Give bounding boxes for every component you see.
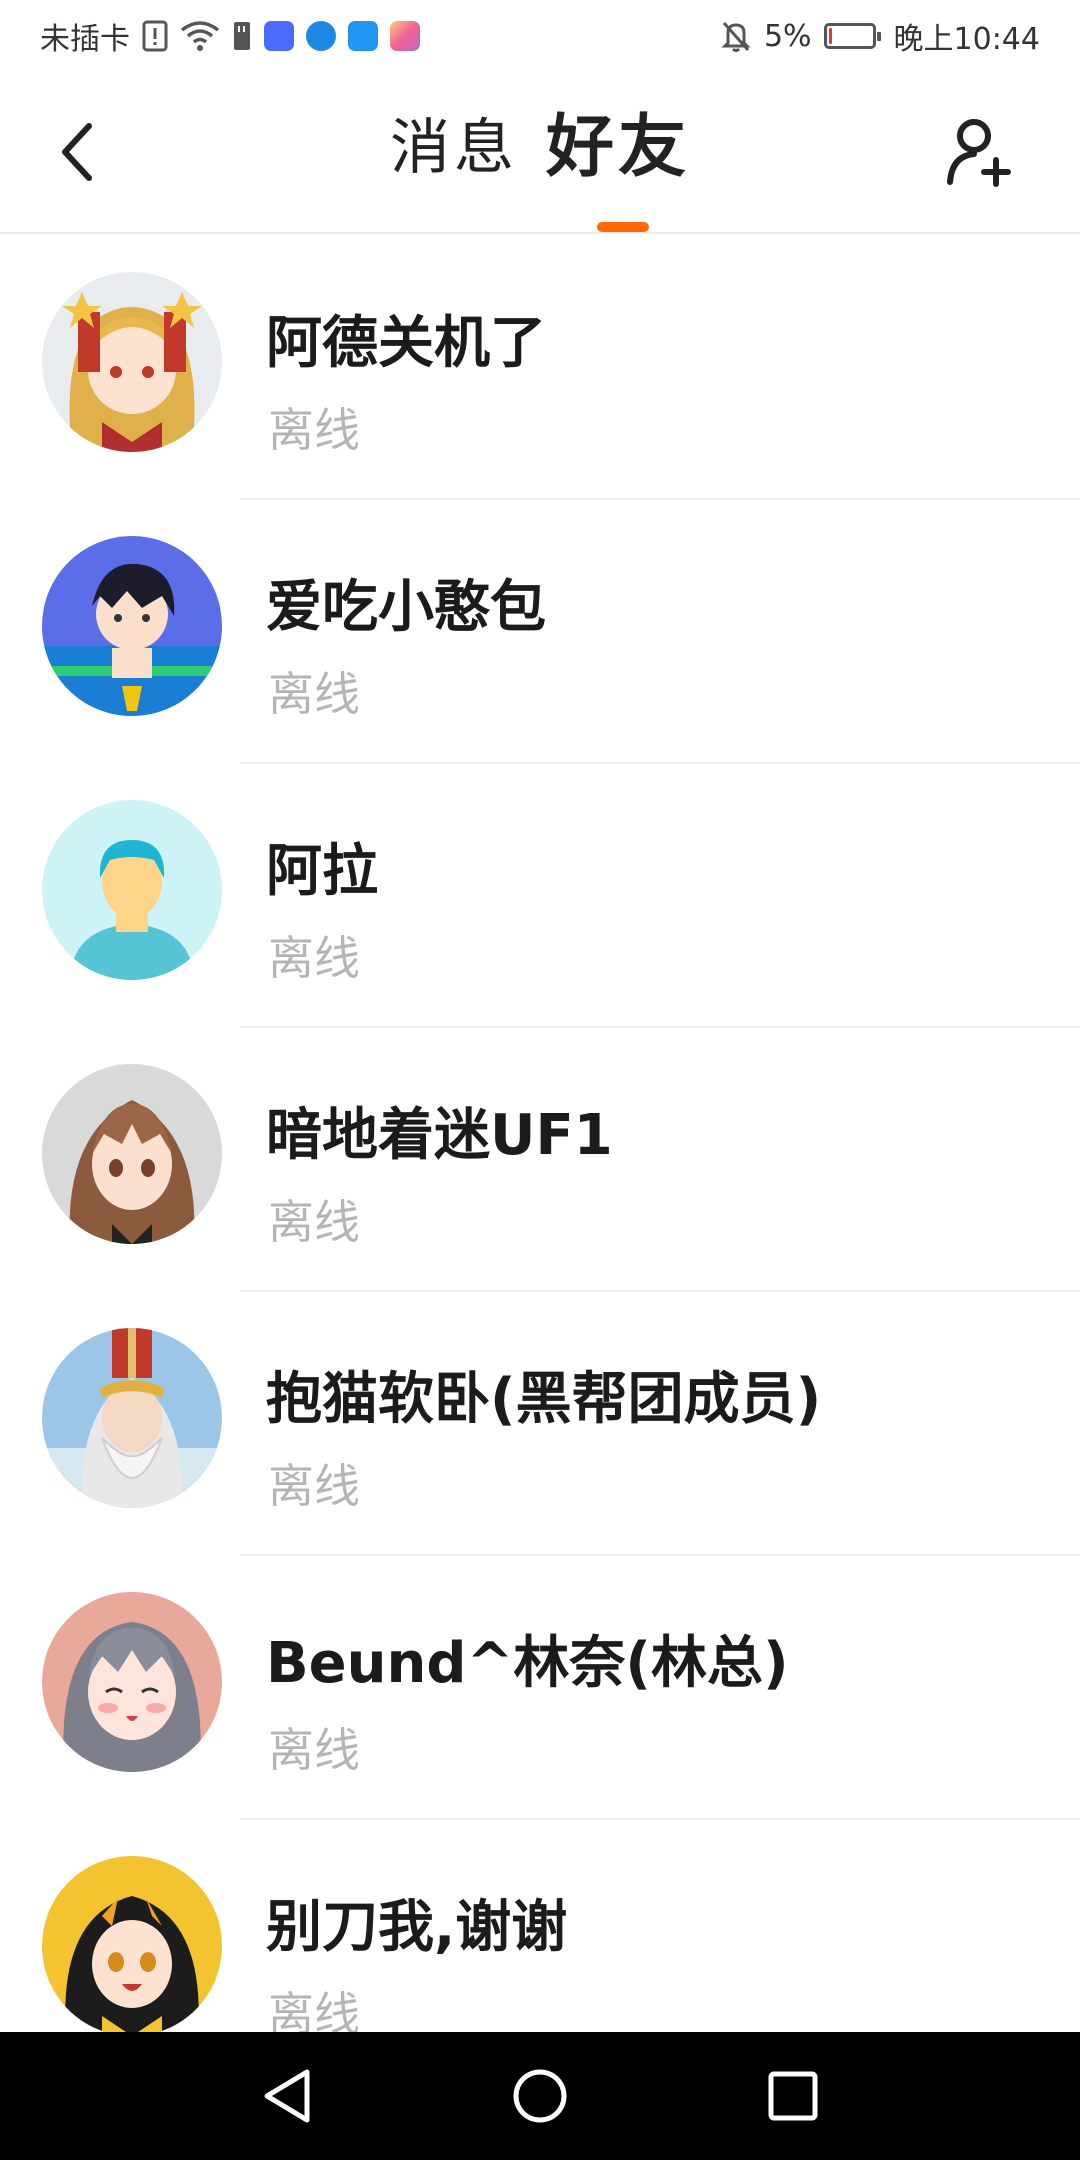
default-user-avatar bbox=[42, 800, 222, 980]
anime-girl-tiger-avatar bbox=[42, 1856, 222, 2032]
friend-item[interactable]: 暗地着迷UF1 离线 bbox=[0, 1028, 1080, 1292]
add-user-icon bbox=[947, 119, 1011, 187]
nav-back-icon bbox=[264, 2069, 310, 2123]
anime-girl-blonde-avatar bbox=[42, 272, 222, 452]
anime-girl-grey-hair-avatar bbox=[42, 1592, 222, 1772]
music-app-icon bbox=[264, 21, 294, 51]
mute-bell-icon bbox=[720, 18, 752, 54]
friend-name: Beund^林奈(林总) bbox=[266, 1631, 789, 1696]
friend-item[interactable]: 阿德关机了 离线 bbox=[0, 236, 1080, 500]
battery-icon bbox=[823, 23, 881, 49]
friend-name: 抱猫软卧(黑帮团成员) bbox=[266, 1367, 822, 1432]
nav-back-button[interactable] bbox=[242, 2051, 332, 2141]
friend-status: 离线 bbox=[268, 1723, 360, 1777]
friend-item[interactable]: 抱猫软卧(黑帮团成员) 离线 bbox=[0, 1292, 1080, 1556]
friend-status: 离线 bbox=[268, 1987, 360, 2032]
status-bar-right: 5% 晚上10:44 bbox=[720, 14, 1040, 58]
nav-home-button[interactable] bbox=[495, 2051, 585, 2141]
friend-status: 离线 bbox=[268, 1459, 360, 1513]
friend-list: 阿德关机了 离线 爱吃小憨包 离线 阿拉 离线 暗地着迷UF1 离线 抱猫软卧(… bbox=[0, 236, 1080, 2032]
tab-friends[interactable]: 好友 bbox=[546, 108, 690, 188]
header: 消息 好友 bbox=[0, 72, 1080, 234]
anime-boy-blue-avatar bbox=[42, 536, 222, 716]
friend-name: 阿拉 bbox=[266, 839, 378, 904]
sim-alert-icon bbox=[142, 18, 168, 54]
clock: 晚上10:44 bbox=[893, 22, 1040, 57]
battery-percent: 5% bbox=[763, 18, 812, 54]
friend-item[interactable]: 阿拉 离线 bbox=[0, 764, 1080, 1028]
wifi-icon bbox=[180, 18, 220, 54]
friend-name: 别刀我,谢谢 bbox=[266, 1895, 568, 1960]
status-bar-left: 未插卡 bbox=[40, 14, 420, 58]
gallery-app-icon bbox=[390, 21, 420, 51]
friend-status: 离线 bbox=[268, 403, 360, 457]
system-nav-bar bbox=[0, 2032, 1080, 2160]
nav-recents-button[interactable] bbox=[748, 2051, 838, 2141]
friend-item[interactable]: 别刀我,谢谢 离线 bbox=[0, 1820, 1080, 2032]
browser-app-icon bbox=[306, 21, 336, 51]
friend-name: 阿德关机了 bbox=[266, 311, 546, 376]
friend-status: 离线 bbox=[268, 931, 360, 985]
tab-messages[interactable]: 消息 bbox=[390, 108, 518, 188]
sd-card-icon bbox=[232, 18, 252, 54]
active-tab-indicator bbox=[597, 222, 649, 232]
friend-name: 暗地着迷UF1 bbox=[266, 1103, 613, 1168]
weather-app-icon bbox=[348, 21, 378, 51]
carrier-text: 未插卡 bbox=[40, 22, 130, 57]
add-friend-button[interactable] bbox=[940, 112, 1020, 192]
nav-home-icon bbox=[513, 2069, 567, 2123]
anime-girl-brown-hair-avatar bbox=[42, 1064, 222, 1244]
friend-item[interactable]: 爱吃小憨包 离线 bbox=[0, 500, 1080, 764]
friend-status: 离线 bbox=[268, 667, 360, 721]
friend-name: 爱吃小憨包 bbox=[266, 575, 546, 640]
tab-bar: 消息 好友 bbox=[0, 108, 1080, 188]
friend-status: 离线 bbox=[268, 1195, 360, 1249]
friend-item[interactable]: Beund^林奈(林总) 离线 bbox=[0, 1556, 1080, 1820]
nav-recents-icon bbox=[768, 2071, 818, 2121]
anime-old-sage-avatar bbox=[42, 1328, 222, 1508]
screen: 未插卡 5% 晚上10:44 消息 好友 阿德关机了 离线 爱吃小憨包 离线 阿… bbox=[0, 0, 1080, 2160]
status-bar: 未插卡 5% 晚上10:44 bbox=[0, 0, 1080, 72]
